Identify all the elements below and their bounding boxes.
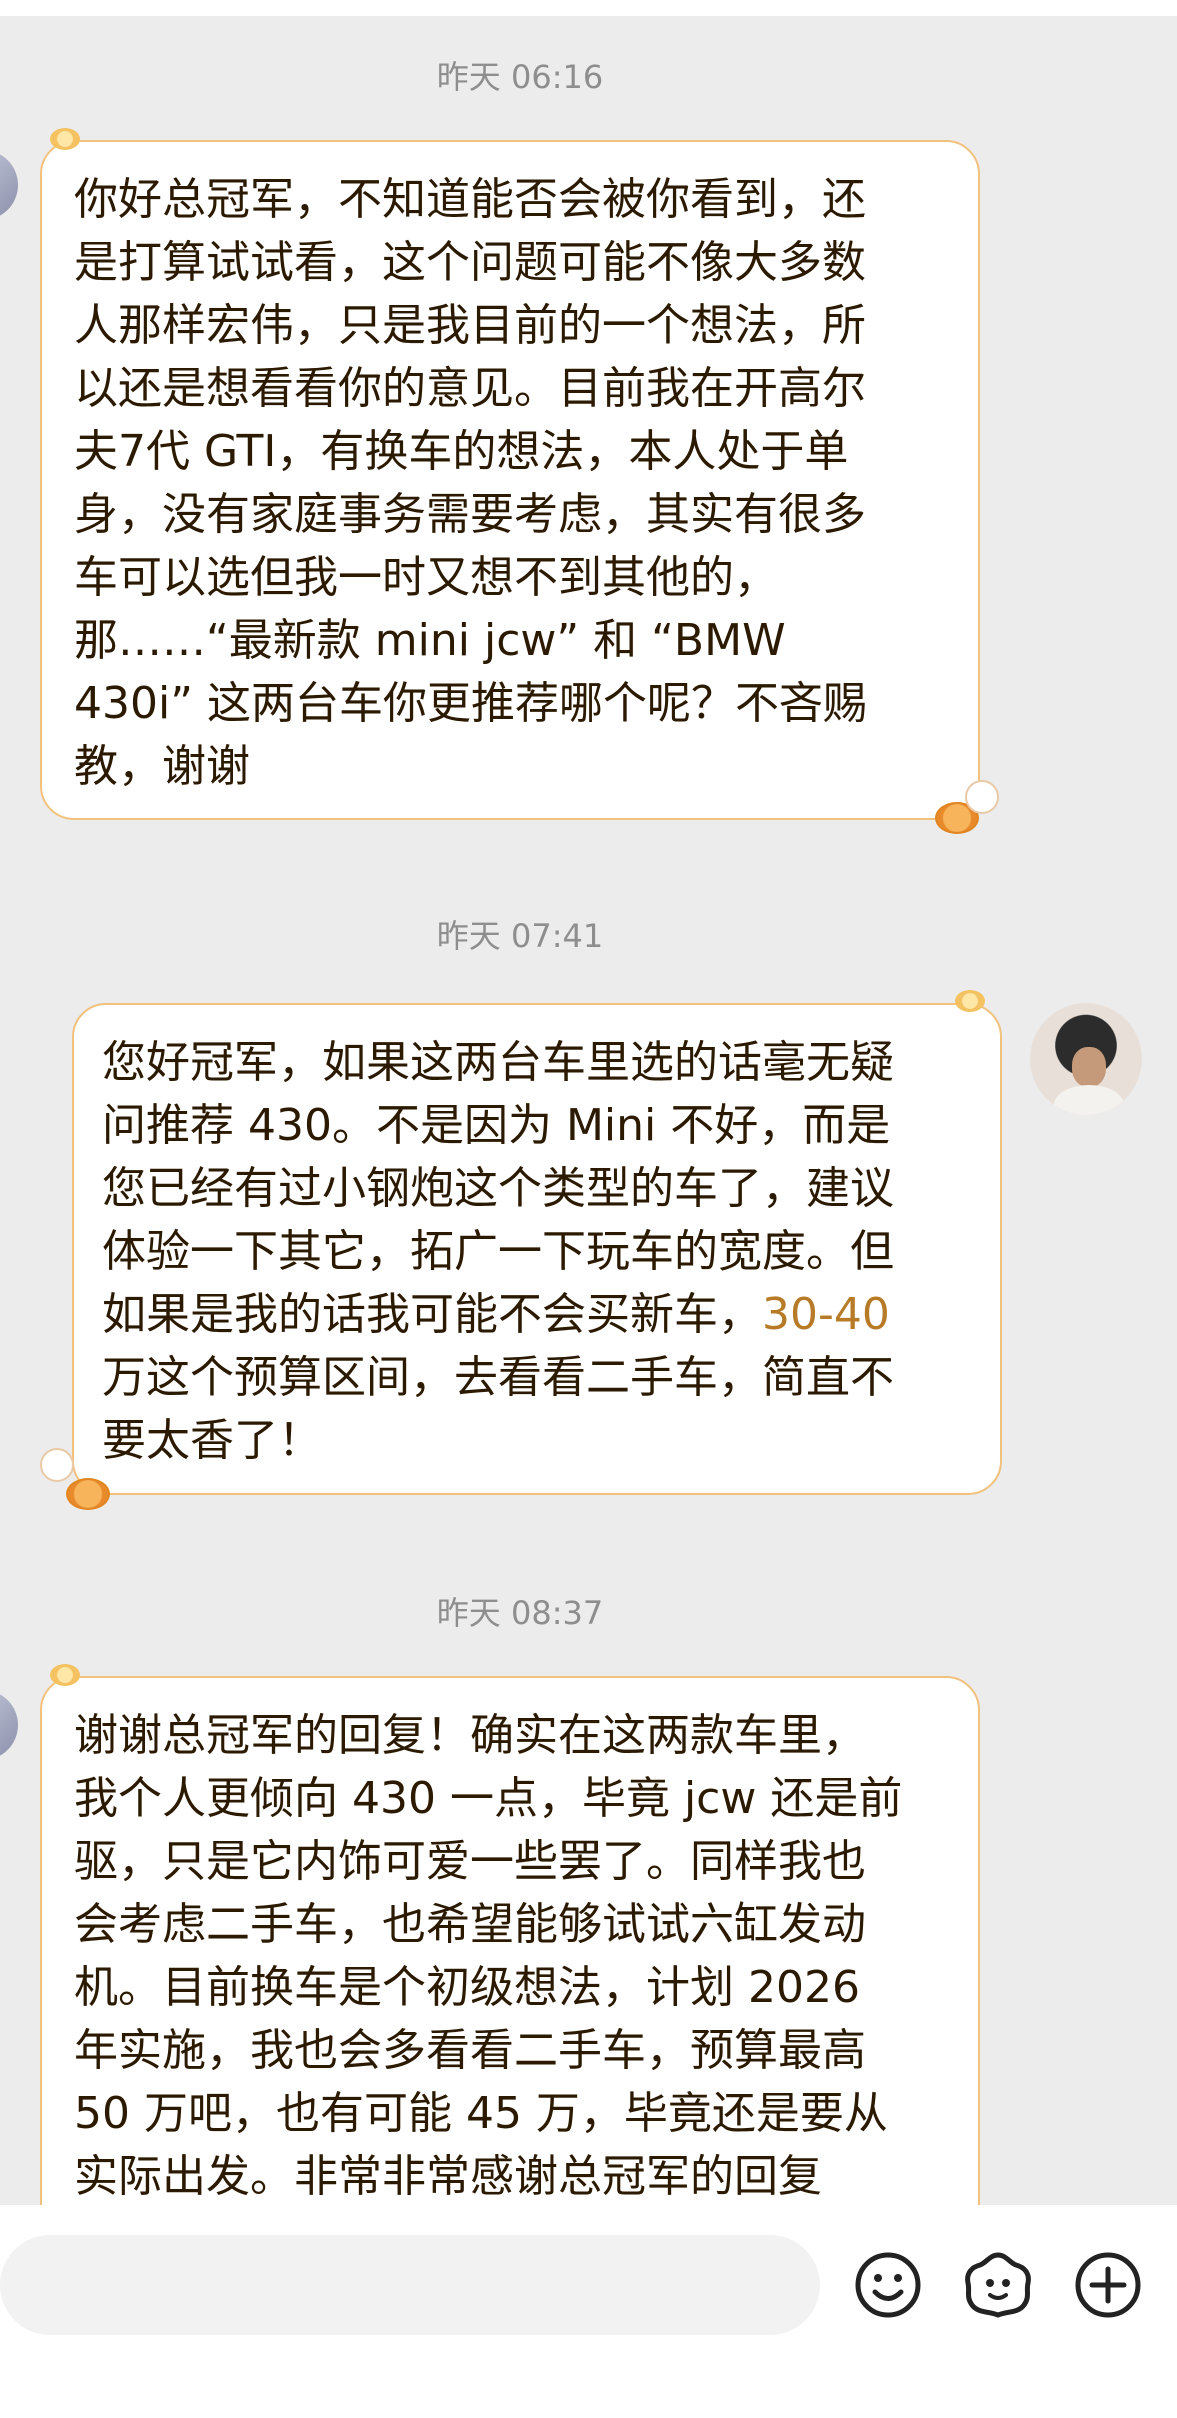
bunny-decoration-icon [40, 1448, 74, 1482]
sticker-icon[interactable] [958, 2245, 1038, 2325]
message-text-part: 万这个预算区间，去看看二手车，简直不 要太香了！ [102, 1352, 894, 1466]
flower-decoration-icon [50, 1664, 80, 1686]
message-timestamp: 昨天 07:41 [436, 917, 604, 955]
user-avatar[interactable] [0, 1690, 18, 1760]
message-timestamp: 昨天 06:16 [436, 58, 604, 96]
budget-highlight: 30-40 [762, 1289, 890, 1340]
message-text: 您好冠军，如果这两台车里选的话毫无疑 问推荐 430。不是因为 Mini 不好，… [102, 1031, 970, 1472]
bunny-decoration-icon [965, 780, 999, 814]
flower-decoration-icon [955, 990, 985, 1012]
emoji-icon[interactable] [848, 2245, 928, 2325]
message-timestamp: 昨天 08:37 [436, 1594, 604, 1632]
flower-decoration-icon [50, 128, 80, 150]
message-bubble-user[interactable]: 你好总冠军，不知道能否会被你看到，还 是打算试试看，这个问题可能不像大多数 人那… [40, 140, 980, 820]
status-strip [0, 0, 1177, 16]
message-bubble-user[interactable]: 谢谢总冠军的回复！确实在这两款车里， 我个人更倾向 430 一点，毕竟 jcw … [40, 1676, 980, 2296]
message-text: 谢谢总冠军的回复！确实在这两款车里， 我个人更倾向 430 一点，毕竟 jcw … [74, 1710, 903, 2202]
message-input[interactable] [0, 2235, 820, 2335]
plus-icon[interactable] [1068, 2245, 1148, 2325]
avatar-face [1072, 1047, 1106, 1087]
message-bubble-champion[interactable]: 您好冠军，如果这两台车里选的话毫无疑 问推荐 430。不是因为 Mini 不好，… [72, 1003, 1002, 1495]
mooncake-decoration-icon [66, 1478, 110, 1510]
champion-avatar[interactable] [1030, 1003, 1142, 1115]
avatar-shirt [1054, 1085, 1124, 1115]
message-text: 你好总冠军，不知道能否会被你看到，还 是打算试试看，这个问题可能不像大多数 人那… [74, 174, 867, 792]
user-avatar[interactable] [0, 150, 18, 220]
